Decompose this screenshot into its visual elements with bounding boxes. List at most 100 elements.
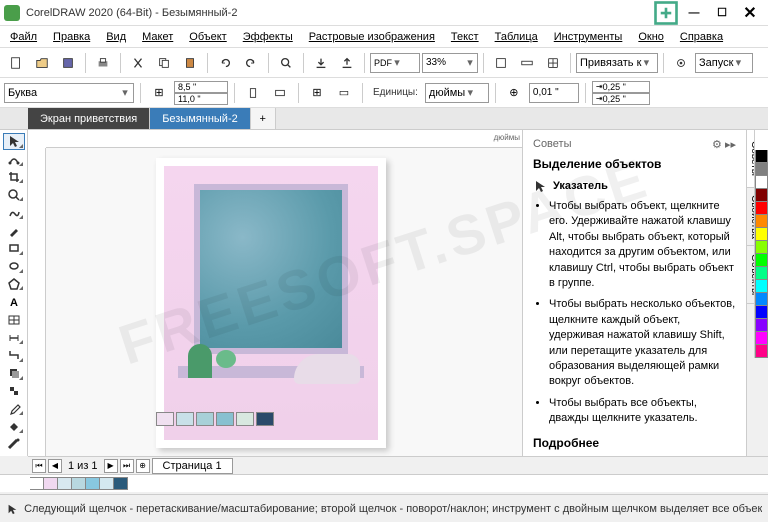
tab-new[interactable]: + <box>251 108 276 129</box>
polygon-tool[interactable] <box>3 276 25 293</box>
menu-object[interactable]: Объект <box>181 29 234 45</box>
page-next[interactable]: ▶ <box>104 459 118 473</box>
page-last[interactable]: ⏭ <box>120 459 134 473</box>
color-swatch[interactable] <box>755 280 768 293</box>
paste-button[interactable] <box>178 51 202 75</box>
preset-icon[interactable]: ⊞ <box>147 81 171 105</box>
dup-y[interactable] <box>603 94 643 104</box>
tab-welcome[interactable]: Экран приветствия <box>28 108 150 129</box>
page-prev[interactable]: ◀ <box>48 459 62 473</box>
eyedropper-tool[interactable] <box>3 400 25 417</box>
color-swatch[interactable] <box>755 189 768 202</box>
zoom-combo[interactable]: ▾ <box>422 53 478 73</box>
pick-tool[interactable] <box>3 133 25 150</box>
color-swatch[interactable] <box>755 228 768 241</box>
freehand-tool[interactable] <box>3 204 25 221</box>
color-swatch[interactable] <box>755 176 768 189</box>
redo-button[interactable] <box>239 51 263 75</box>
connector-tool[interactable] <box>3 347 25 364</box>
rulers-button[interactable] <box>515 51 539 75</box>
page-tab[interactable]: Страница 1 <box>152 458 233 474</box>
color-swatch[interactable] <box>755 306 768 319</box>
palette-swatch[interactable] <box>86 477 100 490</box>
drop-shadow-tool[interactable] <box>3 365 25 382</box>
artwork[interactable] <box>164 166 378 440</box>
portrait-button[interactable] <box>241 81 265 105</box>
menu-view[interactable]: Вид <box>98 29 134 45</box>
tab-document[interactable]: Безымянный-2 <box>150 108 251 129</box>
options-button[interactable] <box>669 51 693 75</box>
current-page-button[interactable]: ▭ <box>332 81 356 105</box>
menu-edit[interactable]: Правка <box>45 29 98 45</box>
palette-swatch[interactable] <box>100 477 114 490</box>
page-first[interactable]: ⏮ <box>32 459 46 473</box>
color-swatch[interactable] <box>755 150 768 163</box>
zoom-input[interactable] <box>426 57 466 68</box>
color-swatch[interactable] <box>755 215 768 228</box>
copy-button[interactable] <box>152 51 176 75</box>
nudge-value[interactable] <box>529 83 579 103</box>
menu-effects[interactable]: Эффекты <box>235 29 301 45</box>
menu-file[interactable]: Файл <box>2 29 45 45</box>
menu-table[interactable]: Таблица <box>487 29 546 45</box>
landscape-button[interactable] <box>268 81 292 105</box>
page-width[interactable] <box>178 82 218 92</box>
menu-help[interactable]: Справка <box>672 29 731 45</box>
ruler-horizontal[interactable]: дюймы <box>46 130 522 148</box>
dup-x[interactable] <box>603 82 643 92</box>
palette-swatch[interactable] <box>58 477 72 490</box>
grid-button[interactable] <box>541 51 565 75</box>
canvas[interactable] <box>46 148 522 456</box>
shape-tool[interactable] <box>3 151 25 168</box>
import-button[interactable] <box>309 51 333 75</box>
menu-bitmaps[interactable]: Растровые изображения <box>301 29 443 45</box>
fullscreen-button[interactable] <box>489 51 513 75</box>
table-tool[interactable] <box>3 311 25 328</box>
page-height[interactable] <box>178 94 218 104</box>
page-add[interactable]: ⊕ <box>136 459 150 473</box>
color-swatch[interactable] <box>755 345 768 358</box>
ruler-vertical[interactable] <box>28 148 46 456</box>
color-swatch[interactable] <box>755 202 768 215</box>
palette-swatch[interactable] <box>72 477 86 490</box>
menu-layout[interactable]: Макет <box>134 29 181 45</box>
color-swatch[interactable] <box>755 293 768 306</box>
outline-tool[interactable] <box>3 436 25 453</box>
color-swatch[interactable] <box>755 241 768 254</box>
new-button[interactable] <box>4 51 28 75</box>
units-combo[interactable]: дюймы▾ <box>425 83 489 103</box>
close-button[interactable]: ✕ <box>736 3 764 23</box>
docker-menu-icon[interactable]: ⚙ ▸▸ <box>712 138 736 151</box>
cut-button[interactable] <box>126 51 150 75</box>
menu-window[interactable]: Окно <box>630 29 672 45</box>
palette-swatch[interactable] <box>44 477 58 490</box>
color-swatch[interactable] <box>755 254 768 267</box>
publish-icon[interactable] <box>652 3 680 23</box>
all-pages-button[interactable]: ⊞ <box>305 81 329 105</box>
transparency-tool[interactable] <box>3 383 25 400</box>
artistic-media-tool[interactable] <box>3 222 25 239</box>
snap-combo[interactable]: Привязать к▾ <box>576 53 658 73</box>
save-button[interactable] <box>56 51 80 75</box>
palette-swatch[interactable] <box>30 477 44 490</box>
search-button[interactable] <box>274 51 298 75</box>
palette-swatch[interactable] <box>114 477 128 490</box>
ellipse-tool[interactable] <box>3 258 25 275</box>
text-tool[interactable]: A <box>3 293 25 310</box>
rectangle-tool[interactable] <box>3 240 25 257</box>
print-button[interactable] <box>91 51 115 75</box>
undo-button[interactable] <box>213 51 237 75</box>
dimension-tool[interactable] <box>3 329 25 346</box>
minimize-button[interactable]: — <box>680 3 708 23</box>
open-button[interactable] <box>30 51 54 75</box>
zoom-tool[interactable] <box>3 186 25 203</box>
color-swatch[interactable] <box>755 163 768 176</box>
publish-pdf-combo[interactable]: PDF▾ <box>370 53 420 73</box>
maximize-button[interactable]: ☐ <box>708 3 736 23</box>
menu-text[interactable]: Текст <box>443 29 487 45</box>
color-swatch[interactable] <box>755 267 768 280</box>
export-button[interactable] <box>335 51 359 75</box>
crop-tool[interactable] <box>3 169 25 186</box>
color-swatch[interactable] <box>755 319 768 332</box>
fill-tool[interactable] <box>3 418 25 435</box>
